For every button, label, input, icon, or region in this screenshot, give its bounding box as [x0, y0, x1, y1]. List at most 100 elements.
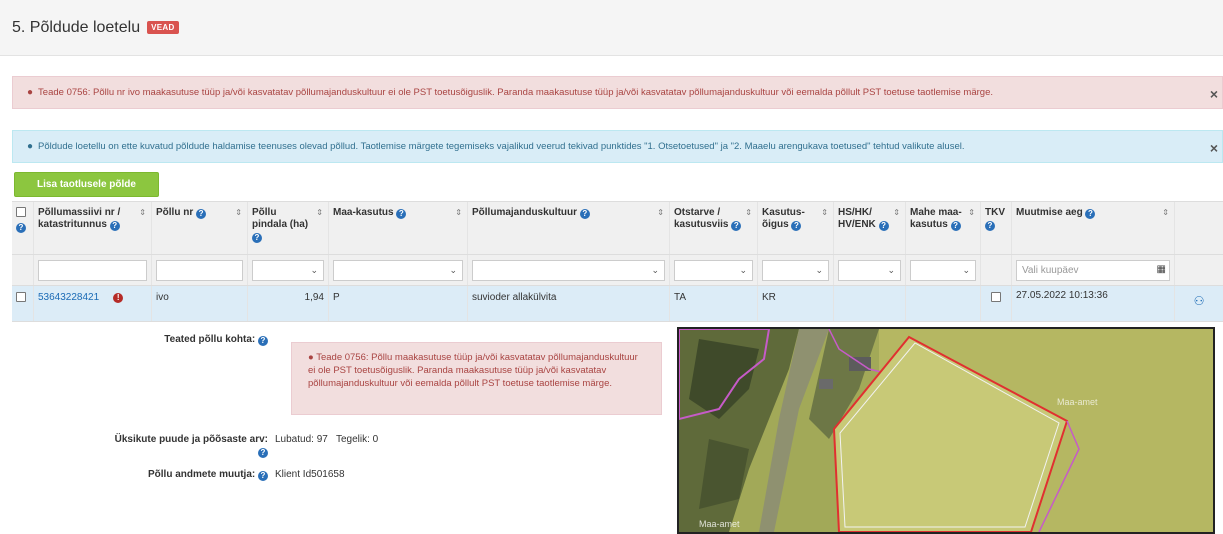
page: 5. Põldude loetelu VEAD ● Teade 0756: Põl… — [0, 0, 1223, 534]
massiiv-link[interactable]: 53643228421 — [38, 292, 99, 303]
map-watermark: Maa-amet — [699, 519, 740, 529]
chevron-down-icon: ⌄ — [651, 265, 659, 275]
fields-table: ? Põllumassiivi nr / katastritunnus ? ⇕ … — [12, 201, 1223, 322]
help-icon[interactable]: ? — [196, 209, 207, 219]
close-error-alert-button[interactable]: × — [1210, 86, 1218, 102]
filter-empty — [12, 255, 34, 285]
header-pindala[interactable]: Põllu pindala (ha) ? ⇕ — [248, 202, 329, 254]
header-muutmise-aeg-label: Muutmise aeg — [1016, 207, 1083, 218]
header-hs[interactable]: HS/HK/ HV/ENK ? ⇕ — [834, 202, 906, 254]
map-watermark-2: Maa-amet — [1057, 397, 1098, 407]
header-maakasutus-label: Maa-kasutus — [333, 207, 394, 218]
header-pollu-nr[interactable]: Põllu nr ? ⇕ — [152, 202, 248, 254]
filter-mahe-cell: ⌄ — [906, 255, 981, 285]
filter-mahe-select[interactable]: ⌄ — [910, 260, 976, 281]
filter-kasutusoigus-cell: ⌄ — [758, 255, 834, 285]
help-icon[interactable]: ? — [258, 336, 268, 346]
teated-label-text: Teated põllu kohta: — [164, 334, 256, 345]
filter-kultuur-select[interactable]: ⌄ — [472, 260, 665, 281]
help-icon[interactable]: ? — [731, 221, 742, 231]
help-icon[interactable]: ? — [791, 221, 802, 231]
info-alert-text: Põldude loetellu on ette kuvatud põldude… — [38, 141, 965, 152]
field-detail-panel: Teated põllu kohta: ? ● Teade 0756: Põll… — [12, 322, 1223, 534]
help-icon[interactable]: ? — [396, 209, 407, 219]
help-icon[interactable]: ? — [1085, 209, 1096, 219]
sort-icon[interactable]: ⇕ — [968, 207, 975, 219]
warning-icon: ! — [113, 293, 124, 303]
calendar-icon[interactable]: ▦ — [1157, 264, 1166, 275]
chevron-down-icon: ⌄ — [739, 265, 747, 275]
header-mahe[interactable]: Mahe maa-kasutus ? ⇕ — [906, 202, 981, 254]
page-title: 5. Põldude loetelu VEAD — [12, 19, 179, 37]
sort-icon[interactable]: ⇕ — [235, 207, 242, 219]
header-kultuur[interactable]: Põllumajanduskultuur ? ⇕ — [468, 202, 670, 254]
cell-maakasutus: P — [329, 286, 468, 321]
cell-tkv — [981, 286, 1012, 321]
help-icon[interactable]: ? — [16, 223, 26, 233]
filter-actions-empty — [1175, 255, 1223, 285]
puude-value: Lubatud: 97 Tegelik: 0 — [275, 434, 379, 445]
sort-icon[interactable]: ⇕ — [139, 207, 146, 219]
table-row[interactable]: 53643228421! ivo 1,94 P suvioder allakül… — [12, 286, 1223, 322]
row-select-cell — [12, 286, 34, 321]
field-error-text: Teade 0756: Põllu maakasutuse tüüp ja/võ… — [308, 352, 638, 389]
section-header: 5. Põldude loetelu VEAD — [0, 0, 1223, 56]
filter-pollu-nr-input[interactable] — [156, 260, 243, 281]
help-icon[interactable]: ? — [258, 448, 268, 458]
filter-tkv-empty — [981, 255, 1012, 285]
help-icon[interactable]: ? — [985, 221, 995, 231]
muutja-label-text: Põllu andmete muutja: — [147, 469, 256, 480]
header-otstarve[interactable]: Otstarve / kasutusviis ? ⇕ — [670, 202, 758, 254]
info-alert: ● Põldude loetellu on ette kuvatud põldu… — [12, 130, 1223, 163]
map-view-icon[interactable]: ⚇ — [1194, 294, 1205, 308]
cell-pollu-nr: ivo — [152, 286, 248, 321]
muutja-value: Klient Id501658 — [275, 469, 345, 480]
sort-icon[interactable]: ⇕ — [893, 207, 900, 219]
sort-icon[interactable]: ⇕ — [821, 207, 828, 219]
help-icon[interactable]: ? — [579, 209, 590, 219]
sort-icon[interactable]: ⇕ — [745, 207, 752, 219]
close-info-alert-button[interactable]: × — [1210, 140, 1218, 156]
error-icon: ● — [308, 352, 314, 363]
select-all-checkbox[interactable] — [16, 207, 26, 217]
errors-badge: VEAD — [147, 21, 179, 34]
filter-hs-select[interactable]: ⌄ — [838, 260, 901, 281]
filter-pindala-select[interactable]: ⌄ — [252, 260, 324, 281]
cell-muutmise-aeg: 27.05.2022 10:13:36 — [1012, 286, 1175, 321]
info-icon: ● — [27, 141, 34, 152]
filter-date-input[interactable]: Vali kuupäev — [1016, 260, 1170, 281]
puude-label: Üksikute puude ja põõsaste arv:? — [72, 434, 268, 458]
add-fields-button[interactable]: Lisa taotlusele põlde — [14, 172, 159, 197]
help-icon[interactable]: ? — [950, 221, 961, 231]
sort-icon[interactable]: ⇕ — [316, 207, 323, 219]
header-muutmise-aeg[interactable]: Muutmise aeg ? ⇕ — [1012, 202, 1175, 254]
filter-otstarve-select[interactable]: ⌄ — [674, 260, 753, 281]
muutja-label: Põllu andmete muutja: ? — [112, 469, 268, 481]
header-maakasutus[interactable]: Maa-kasutus ? ⇕ — [329, 202, 468, 254]
header-actions — [1175, 202, 1223, 254]
page-title-text: 5. Põldude loetelu — [12, 19, 141, 36]
chevron-down-icon: ⌄ — [962, 265, 970, 275]
help-icon[interactable]: ? — [878, 221, 889, 231]
help-icon[interactable]: ? — [252, 233, 262, 243]
sort-icon[interactable]: ⇕ — [1162, 207, 1169, 219]
sort-icon[interactable]: ⇕ — [455, 207, 462, 219]
tkv-checkbox[interactable] — [991, 292, 1001, 302]
help-icon[interactable]: ? — [109, 221, 120, 231]
filter-maakasutus-select[interactable]: ⌄ — [333, 260, 463, 281]
table-filter-row: ⌄ ⌄ ⌄ ⌄ ⌄ ⌄ ⌄ Vali kuupäev ▦ — [12, 255, 1223, 286]
filter-massiiv-input[interactable] — [38, 260, 147, 281]
field-map[interactable]: Maa-amet Maa-amet — [677, 327, 1215, 534]
map-image: Maa-amet Maa-amet — [679, 329, 1213, 532]
filter-kasutusoigus-select[interactable]: ⌄ — [762, 260, 829, 281]
header-pollu-nr-label: Põllu nr — [156, 207, 194, 218]
header-massiiv[interactable]: Põllumassiivi nr / katastritunnus ? ⇕ — [34, 202, 152, 254]
header-kasutusoigus[interactable]: Kasutus-õigus ? ⇕ — [758, 202, 834, 254]
help-icon[interactable]: ? — [258, 471, 268, 481]
filter-pindala-cell: ⌄ — [248, 255, 329, 285]
header-tkv: TKV ? — [981, 202, 1012, 254]
sort-icon[interactable]: ⇕ — [657, 207, 664, 219]
row-checkbox[interactable] — [16, 292, 26, 302]
chevron-down-icon: ⌄ — [310, 265, 318, 275]
cell-kultuur: suvioder allakülvita — [468, 286, 670, 321]
